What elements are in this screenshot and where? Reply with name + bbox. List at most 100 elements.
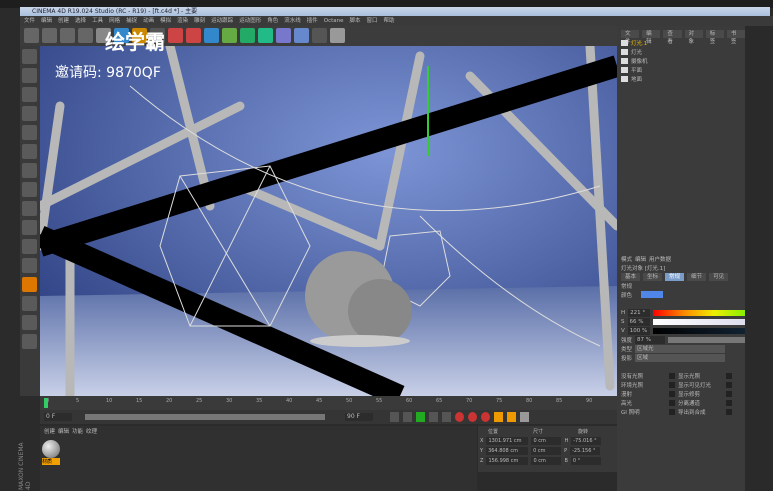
object-manager-tab[interactable]: 查看 [663,29,682,45]
checkbox[interactable] [669,381,675,388]
size-field[interactable]: 0 cm [531,457,562,465]
menu-item[interactable]: 角色 [267,16,278,26]
material-menu-item[interactable]: 功能 [72,427,83,435]
key-position-button[interactable] [494,412,503,422]
object-manager-tab[interactable]: 标签 [705,29,724,45]
toolbar-tool-icon[interactable] [330,28,345,43]
menu-item[interactable]: 捕捉 [126,16,137,26]
checkbox[interactable] [669,399,675,406]
saturation-field[interactable]: 66 % [627,317,650,326]
checkbox[interactable] [669,372,675,379]
checkbox[interactable] [726,399,732,406]
object-row[interactable]: 摄像机 [617,56,745,65]
toolbar-tool-icon[interactable] [186,28,201,43]
type-dropdown[interactable]: 区域光 [635,344,726,353]
timeline[interactable]: 051015202530354045505560657075808590 [40,396,617,410]
frame-range-slider[interactable] [85,414,325,420]
rotation-field[interactable]: 0 ° [570,457,601,465]
checkbox[interactable] [669,390,675,397]
position-field[interactable]: 156.998 cm [486,457,529,465]
left-tool-icon[interactable] [22,201,37,216]
position-field[interactable]: 364.808 cm [486,447,529,455]
key-scale-button[interactable] [507,412,516,422]
menu-item[interactable]: 选择 [75,16,86,26]
object-row[interactable]: 地面 [617,74,745,83]
record-button[interactable] [455,412,464,422]
toolbar-tool-icon[interactable] [24,28,39,43]
menu-item[interactable]: 运动跟踪 [211,16,233,26]
left-tool-icon[interactable] [22,182,37,197]
object-row[interactable]: 平面 [617,65,745,74]
menu-item[interactable]: 动画 [143,16,154,26]
toolbar-tool-icon[interactable] [78,28,93,43]
toolbar-tool-icon[interactable] [240,28,255,43]
3d-viewport[interactable] [40,46,617,396]
attribute-tab[interactable]: 细节 [687,272,707,281]
left-tool-icon[interactable] [22,163,37,178]
checkbox[interactable] [726,381,732,388]
menu-item[interactable]: 雕刻 [194,16,205,26]
material-menu-item[interactable]: 创建 [44,427,55,435]
toolbar-tool-icon[interactable] [276,28,291,43]
toolbar-tool-icon[interactable] [60,28,75,43]
rotation-field[interactable]: -75.016 ° [571,437,602,445]
go-end-button[interactable] [442,412,451,422]
object-row[interactable]: 灯光 [617,47,745,56]
left-tool-icon[interactable] [22,277,37,292]
attribute-tab[interactable]: 基本 [621,272,641,281]
rotation-field[interactable]: -25.156 ° [570,447,601,455]
menu-item[interactable]: 运动图形 [239,16,261,26]
toolbar-tool-icon[interactable] [258,28,273,43]
checkbox[interactable] [726,372,732,379]
object-manager-tab[interactable]: 对象 [684,29,703,45]
menu-item[interactable]: 帮助 [384,16,395,26]
toolbar-tool-icon[interactable] [312,28,327,43]
menu-item[interactable]: 插件 [307,16,318,26]
material-item[interactable]: 材质 [42,440,60,466]
material-menu-item[interactable]: 纹理 [86,427,97,435]
material-menu-item[interactable]: 编辑 [58,427,69,435]
key-rotation-button[interactable] [520,412,529,422]
play-button[interactable] [416,412,425,422]
hue-field[interactable]: 221 ° [628,308,651,317]
attribute-mode[interactable]: 用户数据 [649,255,671,263]
menu-item[interactable]: 渲染 [177,16,188,26]
menu-item[interactable]: 网格 [109,16,120,26]
prev-frame-button[interactable] [403,412,412,422]
menu-item[interactable]: 脚本 [350,16,361,26]
size-field[interactable]: 0 cm [531,437,562,445]
attribute-tab[interactable]: 坐标 [643,272,663,281]
position-field[interactable]: 1301.971 cm [486,437,529,445]
size-field[interactable]: 0 cm [531,447,562,455]
intensity-slider[interactable] [668,336,745,343]
left-tool-icon[interactable] [22,220,37,235]
toolbar-tool-icon[interactable] [222,28,237,43]
object-manager-tab[interactable]: 文件 [621,29,640,45]
object-manager-tab[interactable]: 书签 [726,29,746,45]
object-manager-tab[interactable]: 编辑 [642,29,661,45]
left-tool-icon[interactable] [22,258,37,273]
go-start-button[interactable] [390,412,399,422]
left-tool-icon[interactable] [22,106,37,121]
checkbox[interactable] [726,408,732,415]
attribute-tab[interactable]: 常规 [665,272,685,281]
left-tool-icon[interactable] [22,68,37,83]
autokey-button[interactable] [468,412,477,422]
left-tool-icon[interactable] [22,334,37,349]
left-tool-icon[interactable] [22,315,37,330]
attribute-tab[interactable]: 可见 [709,272,729,281]
left-tool-icon[interactable] [22,87,37,102]
shadow-dropdown[interactable]: 区域 [635,353,726,362]
menu-item[interactable]: 工具 [92,16,103,26]
menu-item[interactable]: 创建 [58,16,69,26]
left-tool-icon[interactable] [22,144,37,159]
toolbar-tool-icon[interactable] [168,28,183,43]
hue-slider[interactable] [653,309,745,316]
left-tool-icon[interactable] [22,49,37,64]
color-swatch[interactable] [641,291,664,298]
menu-item[interactable]: 文件 [24,16,35,26]
menu-item[interactable]: Octane [324,16,344,26]
attribute-mode[interactable]: 模式 [621,255,632,263]
intensity-field[interactable]: 87 % [635,335,666,344]
menu-item[interactable]: 窗口 [367,16,378,26]
